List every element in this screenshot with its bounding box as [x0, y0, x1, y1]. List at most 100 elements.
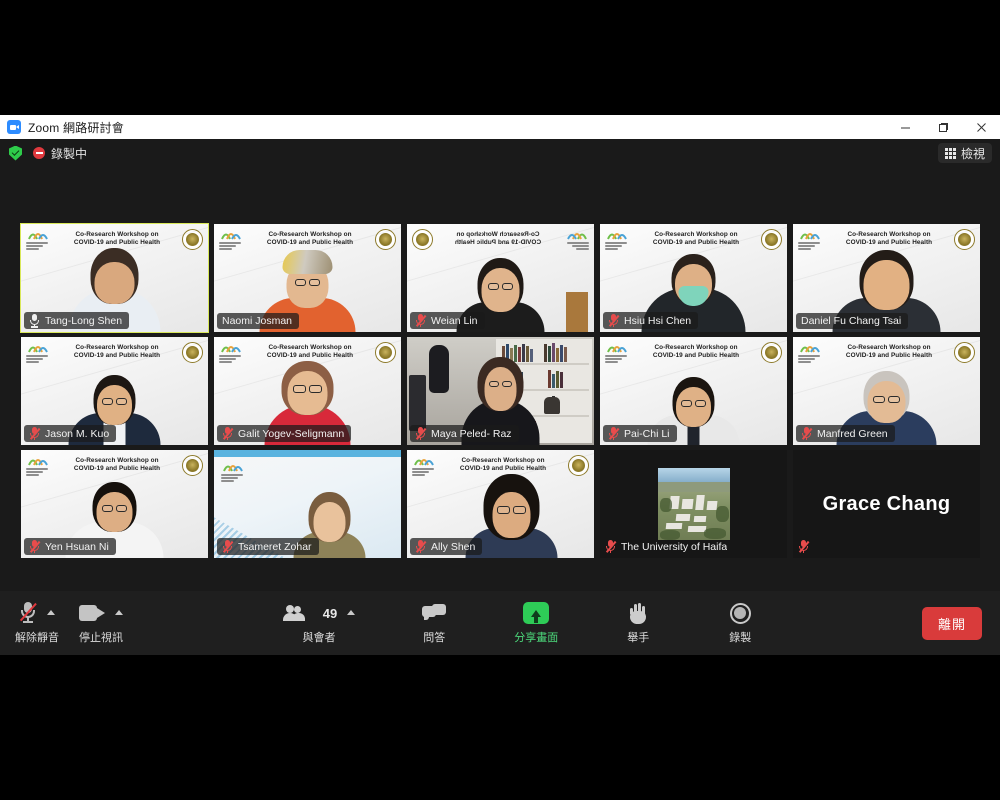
workshop-banner: Co-Research Workshop on COVID-19 and Pub…: [21, 450, 208, 480]
participant-name: Tsameret Zohar: [238, 540, 312, 553]
banner-text: Co-Research Workshop on COVID-19 and Pub…: [845, 343, 933, 359]
audio-options-chevron-icon[interactable]: [47, 609, 55, 615]
banner-text: Co-Research Workshop on COVID-19 and Pub…: [454, 230, 542, 246]
ntu-seal-logo: [761, 341, 782, 363]
banner-text: Co-Research Workshop on COVID-19 and Pub…: [73, 343, 161, 359]
participant-tile[interactable]: The University of Haifa: [600, 450, 787, 558]
share-screen-icon: [523, 602, 550, 624]
banner-text: Co-Research Workshop on COVID-19 and Pub…: [652, 343, 740, 359]
banner-text: Co-Research Workshop on COVID-19 and Pub…: [459, 456, 547, 472]
participant-name: Hsiu Hsi Chen: [624, 314, 692, 327]
encryption-shield-icon[interactable]: [9, 145, 22, 161]
participant-tile[interactable]: Co-Research Workshop on COVID-19 and Pub…: [407, 450, 594, 558]
meeting-status-bar: 錄製中 檢視: [0, 139, 1000, 167]
participant-tile[interactable]: Co-Research Workshop on COVID-19 and Pub…: [214, 224, 401, 332]
participants-chevron-icon[interactable]: [347, 609, 356, 615]
mic-muted-icon: [415, 540, 427, 553]
participant-nameplate: Maya Peled- Raz: [410, 425, 519, 442]
ntu-seal-logo: [182, 341, 203, 363]
ntu-seal-logo: [375, 228, 396, 250]
participant-tile[interactable]: Co-Research Workshop on COVID-19 and Pub…: [600, 337, 787, 445]
record-circle-icon: [729, 602, 751, 624]
view-layout-button[interactable]: 檢視: [937, 143, 992, 163]
titlebar-left: Zoom 網路研討會: [0, 119, 886, 136]
avatar: [657, 468, 730, 540]
ntu-seal-logo: [182, 228, 203, 250]
participants-button[interactable]: 49 與會者: [282, 601, 356, 645]
share-screen-button[interactable]: 分享畫面: [513, 601, 559, 645]
banner-text: Co-Research Workshop on COVID-19 and Pub…: [266, 343, 354, 359]
video-button[interactable]: 停止視訊: [78, 601, 124, 645]
mic-muted-icon: [608, 314, 620, 327]
university-of-haifa-logo: [26, 454, 52, 476]
qa-button[interactable]: 問答: [411, 601, 457, 645]
participant-grid: Co-Research Workshop on COVID-19 and Pub…: [20, 223, 980, 558]
video-button-label: 停止視訊: [79, 632, 123, 644]
mic-muted-icon: [29, 427, 41, 440]
participants-count: 49: [322, 605, 338, 621]
mute-button[interactable]: 解除靜音: [14, 601, 60, 645]
participant-tile[interactable]: Co-Research Workshop on COVID-19 and Pub…: [214, 337, 401, 445]
participant-tile[interactable]: Co-Research Workshop on COVID-19 and Pub…: [793, 337, 980, 445]
participant-name: Tang-Long Shen: [45, 314, 123, 327]
participant-nameplate: Naomi Josman: [217, 313, 300, 329]
mic-muted-icon: [222, 540, 234, 553]
banner-text: Co-Research Workshop on COVID-19 and Pub…: [652, 230, 740, 246]
participant-name: Pai-Chi Li: [624, 427, 670, 440]
minimize-button[interactable]: [886, 115, 924, 139]
participant-tile[interactable]: Co-Research Workshop on COVID-19 and Pub…: [20, 223, 209, 333]
participant-nameplate: Manfred Green: [796, 425, 895, 442]
recording-indicator-icon[interactable]: [33, 147, 45, 159]
participant-tile[interactable]: Co-Research Workshop on COVID-19 and Pub…: [600, 224, 787, 332]
zoom-meeting-window: 錄製中 檢視 Co-Research Workshop on COVID-19 …: [0, 139, 1000, 655]
workshop-banner: Co-Research Workshop on COVID-19 and Pub…: [793, 337, 980, 367]
participant-nameplate: Weian Lin: [410, 312, 485, 329]
participant-tile[interactable]: Co-Research Workshop on COVID-19 and Pub…: [21, 337, 208, 445]
close-button[interactable]: [962, 115, 1000, 139]
raise-hand-button[interactable]: 舉手: [615, 601, 661, 645]
participant-nameplate: The University of Haifa: [603, 538, 734, 555]
participant-name: Galit Yogev-Seligmann: [238, 427, 345, 440]
camera-icon: [79, 605, 105, 621]
ntu-seal-logo: [568, 454, 589, 476]
maximize-button[interactable]: [924, 115, 962, 139]
participant-nameplate: Daniel Fu Chang Tsai: [796, 313, 909, 329]
ntu-seal-logo: [761, 228, 782, 250]
workshop-banner: Co-Research Workshop on COVID-19 and Pub…: [600, 337, 787, 367]
record-button[interactable]: 錄製: [717, 601, 763, 645]
participant-nameplate: Ally Shen: [410, 538, 483, 555]
participants-button-label: 與會者: [302, 632, 336, 644]
ntu-seal-logo: [412, 228, 433, 250]
banner-text: Co-Research Workshop on COVID-19 and Pub…: [73, 230, 161, 246]
participant-name: The University of Haifa: [621, 540, 728, 553]
banner-text: Co-Research Workshop on COVID-19 and Pub…: [266, 230, 354, 246]
participant-tile[interactable]: Co-Research Workshop on COVID-19 and Pub…: [793, 224, 980, 332]
leave-meeting-button[interactable]: 離開: [921, 606, 982, 640]
grid-view-icon: [944, 147, 956, 159]
participant-nameplate: [796, 538, 816, 555]
participant-name: Ally Shen: [431, 540, 476, 553]
chat-bubbles-icon: [422, 604, 447, 622]
participant-nameplate: Tang-Long Shen: [24, 312, 130, 329]
university-of-haifa-logo: [605, 341, 631, 363]
university-of-haifa-logo: [221, 460, 247, 482]
participants-icon: [282, 605, 310, 621]
participant-name: Maya Peled- Raz: [431, 427, 512, 440]
meeting-toolbar: 解除靜音 停止視訊 49 與會者 問答 分享畫面 舉手 錄製 離開: [0, 591, 1000, 655]
zoom-app-icon: [7, 120, 21, 134]
participant-tile[interactable]: Tsameret Zohar: [214, 450, 401, 558]
participant-name: Manfred Green: [817, 427, 888, 440]
video-options-chevron-icon[interactable]: [115, 609, 123, 615]
participant-tile[interactable]: Maya Peled- Raz: [407, 337, 594, 445]
ntu-seal-logo: [375, 341, 396, 363]
mic-muted-icon: [608, 427, 620, 440]
participant-nameplate: Galit Yogev-Seligmann: [217, 425, 352, 442]
participant-tile[interactable]: Co-Research Workshop on COVID-19 and Pub…: [407, 224, 594, 332]
university-of-haifa-logo: [412, 454, 438, 476]
participant-display-name: Grace Chang: [822, 492, 951, 515]
participant-tile[interactable]: Grace Chang: [793, 450, 980, 558]
participant-name: Jason M. Kuo: [45, 427, 110, 440]
participant-tile[interactable]: Co-Research Workshop on COVID-19 and Pub…: [21, 450, 208, 558]
participant-nameplate: Hsiu Hsi Chen: [603, 312, 699, 329]
mic-muted-icon: [798, 540, 810, 553]
